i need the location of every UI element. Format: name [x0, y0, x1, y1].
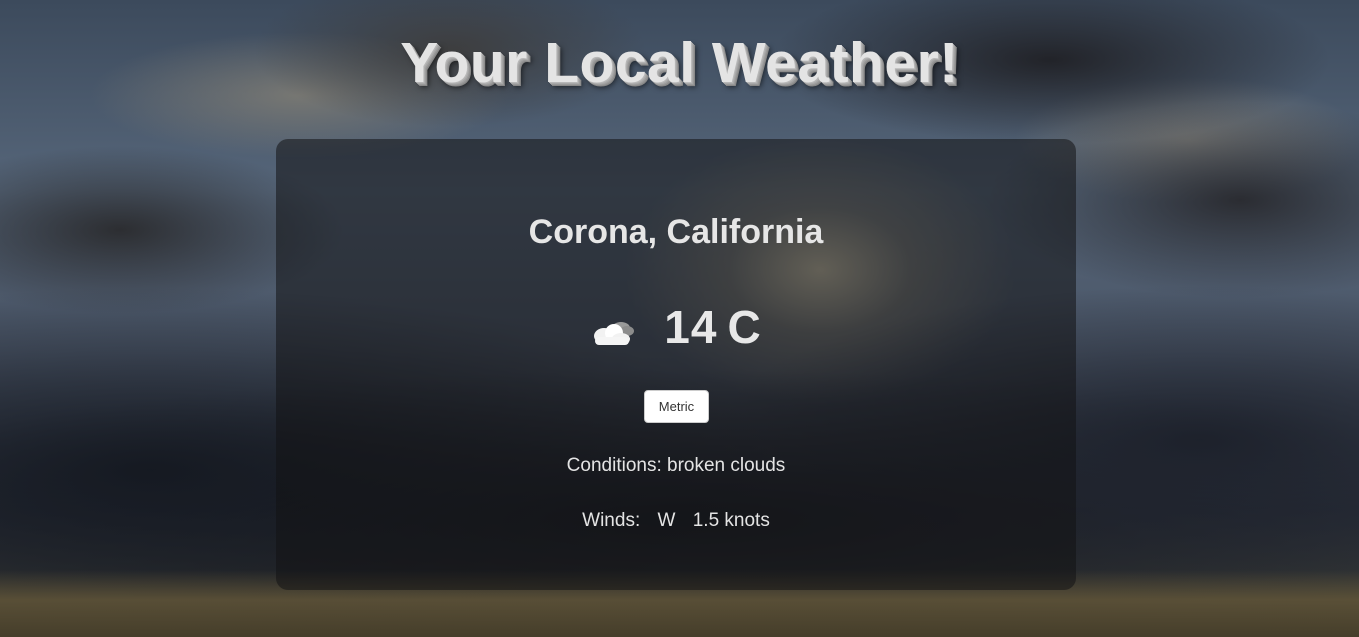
conditions-label: Conditions: [566, 455, 662, 476]
conditions-value: broken clouds [667, 455, 786, 476]
broken-clouds-icon [590, 316, 636, 348]
weather-card: Corona, California 14 C Metric Conditions… [276, 139, 1076, 590]
units-toggle-button[interactable]: Metric [644, 390, 709, 423]
wind-direction: W [657, 510, 676, 531]
winds-label: Winds: [582, 510, 641, 531]
page-title: Your Local Weather! [400, 31, 959, 95]
temperature-value: 14 [664, 301, 718, 353]
location-name: Corona, California [528, 213, 824, 251]
temperature-unit: C [727, 301, 762, 353]
temperature-row: 14 C [276, 297, 1076, 357]
conditions-line: Conditions: broken clouds [276, 455, 1076, 477]
winds-line: Winds: W 1.5 knots [276, 510, 1076, 532]
weather-page: { "header": { "title": "Your Local Weath… [0, 0, 1359, 637]
temperature-display: 14 C [664, 300, 761, 354]
wind-speed: 1.5 knots [692, 510, 770, 531]
